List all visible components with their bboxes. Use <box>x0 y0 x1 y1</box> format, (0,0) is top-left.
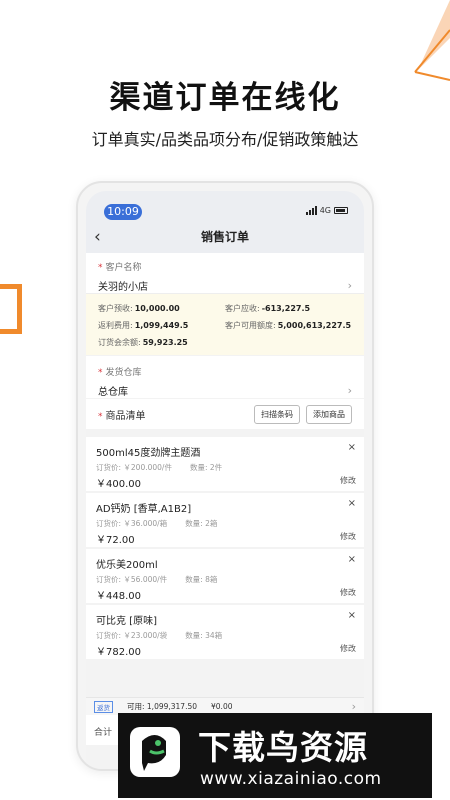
prepay-label: 客户预收: <box>98 304 133 313</box>
chevron-right-icon: › <box>347 384 352 397</box>
list-item: 可比克 [原味] 订货价: ￥23.000/袋 数量: 34箱 ￥782.00 ×… <box>86 605 364 659</box>
remove-item-icon[interactable]: × <box>348 554 356 565</box>
item-qty: 数量: 2箱 <box>185 519 218 528</box>
item-name: 优乐美200ml <box>96 560 158 571</box>
rebate-tag: 返货 <box>94 700 113 713</box>
receivable-label: 客户应收: <box>225 304 260 313</box>
customer-value: 关羽的小店 <box>98 282 148 293</box>
customer-field[interactable]: * 客户名称 关羽的小店 › <box>86 253 364 293</box>
total-label: 合计 <box>94 728 113 738</box>
edit-item-button[interactable]: 修改 <box>340 475 356 486</box>
credit-label: 客户可用额度: <box>225 321 276 330</box>
required-marker: * <box>98 263 103 273</box>
warehouse-label: 发货仓库 <box>105 368 142 378</box>
status-bar: 10:09 4G <box>86 191 364 221</box>
signal-icon <box>305 206 317 215</box>
chevron-left-icon[interactable]: ‹ <box>94 221 101 253</box>
bird-logo-icon <box>130 727 180 777</box>
headline: 渠道订单在线化 <box>109 80 341 116</box>
remove-item-icon[interactable]: × <box>348 442 356 453</box>
balance-label: 订货会余额: <box>98 338 141 347</box>
receivable-value: -613,227.5 <box>261 304 311 313</box>
status-indicators: 4G <box>305 206 348 215</box>
network-label: 4G <box>319 206 331 215</box>
list-item: 优乐美200ml 订货价: ￥56.000/件 数量: 8箱 ￥448.00 × … <box>86 549 364 603</box>
item-unit-price: 订货价: ￥56.000/件 <box>96 575 168 584</box>
item-name: 可比克 [原味] <box>96 616 157 627</box>
goods-header: * 商品清单 扫描条码 添加商品 <box>86 399 364 429</box>
item-total: ￥448.00 <box>96 591 141 602</box>
item-unit-price: 订货价: ￥36.000/箱 <box>96 519 168 528</box>
credit-value: 5,000,613,227.5 <box>277 321 352 330</box>
list-item: 500ml45度劲牌主题酒 订货价: ￥200.000/件 数量: 2件 ￥400… <box>86 437 364 491</box>
finance-summary: 客户预收: 10,000.00 客户应收: -613,227.5 返利费用: 1,09… <box>86 293 364 355</box>
chevron-right-icon: › <box>351 700 356 713</box>
phone-mockup: 10:09 4G ‹ 销售订单 * 客户名称 关羽的小店 › 客户预收: 10,00… <box>76 181 374 771</box>
item-total: ￥400.00 <box>96 479 141 490</box>
watermark-url: www.xiazainiao.com <box>200 769 382 789</box>
remove-item-icon[interactable]: × <box>348 610 356 621</box>
rebate-value: 1,099,449.5 <box>134 321 189 330</box>
rebate-used: ¥0.00 <box>211 702 233 711</box>
phone-screen: 10:09 4G ‹ 销售订单 * 客户名称 关羽的小店 › 客户预收: 10,00… <box>86 191 364 769</box>
rebate-label: 返利费用: <box>98 321 133 330</box>
customer-label: 客户名称 <box>105 263 142 273</box>
balance-value: 59,923.25 <box>142 338 188 347</box>
item-total: ￥72.00 <box>96 535 135 546</box>
item-name: 500ml45度劲牌主题酒 <box>96 448 201 459</box>
chevron-right-icon: › <box>347 279 352 292</box>
nav-title: 销售订单 <box>200 230 249 244</box>
required-marker: * <box>98 368 103 378</box>
warehouse-value: 总仓库 <box>98 387 128 398</box>
item-total: ￥782.00 <box>96 647 141 658</box>
item-qty: 数量: 2件 <box>189 463 223 472</box>
edit-item-button[interactable]: 修改 <box>340 643 356 654</box>
battery-icon <box>334 207 348 214</box>
add-goods-button[interactable]: 添加商品 <box>306 404 352 424</box>
item-qty: 数量: 34箱 <box>185 631 223 640</box>
warehouse-field[interactable]: * 发货仓库 总仓库 › <box>86 356 364 398</box>
item-qty: 数量: 8箱 <box>185 575 218 584</box>
status-time: 10:09 <box>104 204 142 220</box>
remove-item-icon[interactable]: × <box>348 498 356 509</box>
rebate-available: 可用: 1,099,317.50 <box>127 702 198 711</box>
left-accent-bracket <box>0 284 22 334</box>
list-item: AD钙奶 [香草,A1B2] 订货价: ￥36.000/箱 数量: 2箱 ￥72.… <box>86 493 364 547</box>
edit-item-button[interactable]: 修改 <box>340 531 356 542</box>
nav-bar: ‹ 销售订单 <box>86 221 364 253</box>
edit-item-button[interactable]: 修改 <box>340 587 356 598</box>
prepay-value: 10,000.00 <box>134 304 180 313</box>
goods-title: 商品清单 <box>105 410 146 422</box>
scan-barcode-button[interactable]: 扫描条码 <box>254 404 300 424</box>
watermark-banner: 下载鸟资源 www.xiazainiao.com <box>118 713 432 798</box>
subheadline: 订单真实/品类品项分布/促销政策触达 <box>91 130 359 149</box>
required-marker: * <box>98 411 103 422</box>
item-name: AD钙奶 [香草,A1B2] <box>96 504 192 515</box>
item-unit-price: 订货价: ￥200.000/件 <box>96 463 172 472</box>
item-unit-price: 订货价: ￥23.000/袋 <box>96 631 168 640</box>
watermark-title: 下载鸟资源 <box>198 728 368 767</box>
goods-list: 500ml45度劲牌主题酒 订货价: ￥200.000/件 数量: 2件 ￥400… <box>86 437 364 659</box>
